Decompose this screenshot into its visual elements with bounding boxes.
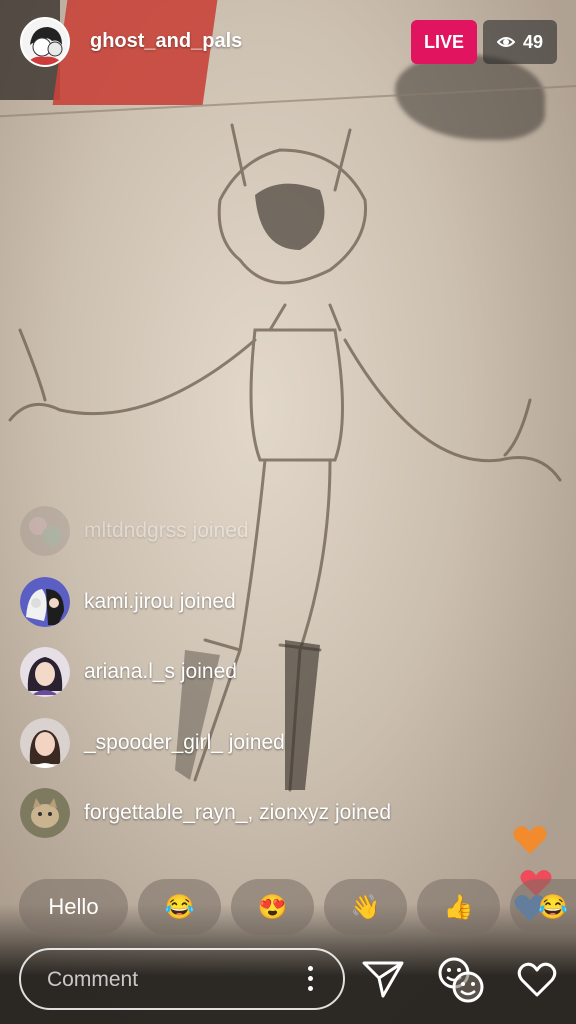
quick-reaction-heart-eyes[interactable]: 😍 (231, 879, 314, 935)
comment-input[interactable] (45, 950, 289, 1010)
quick-reaction-label: Hello (48, 894, 99, 919)
waving-hand-emoji-icon: 👋 (350, 893, 381, 921)
heart-icon (513, 826, 547, 854)
viewer-count: 49 (522, 31, 544, 52)
live-badge: LIVE (411, 20, 477, 64)
avatar-image (20, 506, 70, 556)
live-header: ghost_and_pals LIVE 49 (0, 0, 576, 84)
avatar-image (20, 647, 70, 697)
feed-item-text: mltdndgrss joined (84, 519, 249, 542)
user-avatar[interactable] (20, 506, 70, 556)
quick-reaction-more[interactable]: 😂 (510, 879, 576, 935)
quick-reaction-thumbs-up[interactable]: 👍 (417, 879, 500, 935)
avatar-image (20, 577, 70, 627)
feed-item: ariana.l_s joined (20, 646, 237, 698)
feed-item-text: forgettable_rayn_, zionxyz joined (84, 801, 392, 824)
feed-item: forgettable_rayn_, zionxyz joined (20, 787, 391, 839)
feed-item: mltdndgrss joined (20, 505, 249, 557)
quick-reaction-wave[interactable]: 👋 (324, 879, 407, 935)
feed-item: _spooder_girl_ joined (20, 717, 285, 769)
comment-field[interactable] (19, 948, 345, 1010)
laughing-emoji-icon: 😂 (538, 893, 568, 921)
laughing-emoji-icon: 😂 (164, 893, 195, 921)
user-avatar[interactable] (20, 718, 70, 768)
host-avatar-image (22, 19, 68, 65)
viewer-count-badge[interactable]: 49 (483, 20, 557, 64)
quick-reaction-hello[interactable]: Hello (19, 879, 128, 935)
quick-reaction-laugh[interactable]: 😂 (138, 879, 221, 935)
avatar-image (20, 718, 70, 768)
face-filter-icon[interactable] (434, 955, 488, 1005)
feed-item-text: ariana.l_s joined (84, 660, 237, 683)
user-avatar[interactable] (20, 647, 70, 697)
like-heart-icon[interactable] (516, 961, 558, 999)
more-options-icon[interactable] (307, 966, 313, 994)
avatar-image (20, 788, 70, 838)
send-icon[interactable] (362, 960, 404, 998)
user-avatar[interactable] (20, 577, 70, 627)
feed-item-text: kami.jirou joined (84, 590, 236, 613)
host-username[interactable]: ghost_and_pals (90, 30, 242, 53)
host-avatar[interactable] (20, 17, 70, 67)
feed-item: kami.jirou joined (20, 576, 236, 628)
thumbs-up-emoji-icon: 👍 (443, 893, 474, 921)
user-avatar[interactable] (20, 788, 70, 838)
heart-eyes-emoji-icon: 😍 (257, 893, 288, 921)
eye-icon (496, 37, 515, 47)
feed-item-text: _spooder_girl_ joined (84, 731, 285, 754)
